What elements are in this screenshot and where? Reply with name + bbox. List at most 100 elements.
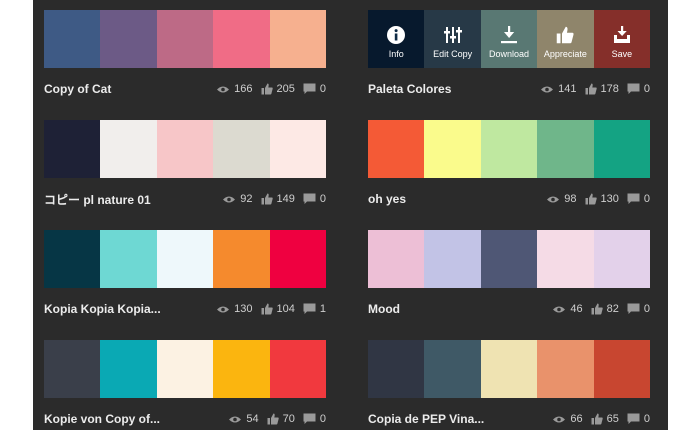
palette-title[interactable]: Mood bbox=[368, 302, 544, 316]
color-swatch[interactable] bbox=[269, 10, 326, 68]
like-count: 70 bbox=[282, 413, 295, 425]
color-swatch[interactable] bbox=[156, 230, 214, 288]
color-swatch[interactable] bbox=[537, 120, 594, 178]
palette-title[interactable]: oh yes bbox=[368, 192, 538, 206]
color-swatch[interactable] bbox=[537, 230, 594, 288]
like-count: 65 bbox=[606, 413, 619, 425]
sliders-icon bbox=[443, 27, 462, 43]
palette-card[interactable]: Copy of Cat 166 205 0 bbox=[44, 10, 326, 100]
comment-icon bbox=[303, 413, 316, 424]
thumbs-up-icon bbox=[261, 303, 273, 315]
comment-icon bbox=[303, 193, 316, 204]
color-swatch[interactable] bbox=[44, 230, 101, 288]
palette-card[interactable]: Copia de PEP Vina... 66 65 0 bbox=[368, 340, 650, 430]
palette-card[interactable]: Info Edit Copy Download Appreciate Save bbox=[368, 10, 650, 100]
download-button[interactable]: Download bbox=[480, 10, 538, 68]
color-swatch[interactable] bbox=[100, 230, 157, 288]
palette-title[interactable]: Copia de PEP Vina... bbox=[368, 412, 544, 426]
color-swatch[interactable] bbox=[44, 340, 101, 398]
color-swatch[interactable] bbox=[593, 230, 650, 288]
color-swatch[interactable] bbox=[593, 340, 650, 398]
color-swatch[interactable] bbox=[100, 340, 157, 398]
comment-icon bbox=[627, 83, 640, 94]
color-swatch[interactable] bbox=[480, 120, 538, 178]
comment-count: 0 bbox=[319, 83, 326, 95]
like-count: 178 bbox=[600, 83, 619, 95]
eye-icon bbox=[553, 306, 566, 312]
comment-icon bbox=[627, 303, 640, 314]
palette-title[interactable]: Copy of Cat bbox=[44, 82, 208, 96]
palette-stats: 98 130 0 bbox=[538, 193, 650, 205]
color-swatch[interactable] bbox=[480, 340, 538, 398]
color-swatch[interactable] bbox=[368, 230, 425, 288]
thumbs-up-icon bbox=[267, 413, 279, 425]
color-swatch[interactable] bbox=[156, 120, 214, 178]
color-swatch[interactable] bbox=[213, 340, 270, 398]
color-swatch[interactable] bbox=[44, 10, 101, 68]
like-count: 82 bbox=[606, 303, 619, 315]
palette-swatches[interactable] bbox=[368, 120, 650, 178]
palette-stats: 66 65 0 bbox=[544, 413, 650, 425]
action-label: Save bbox=[611, 49, 633, 59]
palette-title[interactable]: Paleta Colores bbox=[368, 82, 532, 96]
thumbs-up-icon bbox=[585, 83, 597, 95]
color-swatch[interactable] bbox=[44, 120, 101, 178]
eye-icon bbox=[541, 86, 554, 92]
palette-meta: コピー pl nature 01 92 149 0 bbox=[44, 188, 326, 210]
palette-meta: Kopia Kopia Kopia... 130 104 1 bbox=[44, 298, 326, 320]
palette-swatches[interactable] bbox=[44, 340, 326, 398]
palette-card[interactable]: Kopia Kopia Kopia... 130 104 1 bbox=[44, 230, 326, 320]
color-swatch[interactable] bbox=[269, 230, 326, 288]
color-swatch[interactable] bbox=[213, 230, 270, 288]
color-swatch[interactable] bbox=[537, 340, 594, 398]
save-button[interactable]: Save bbox=[593, 10, 650, 68]
palette-card[interactable]: コピー pl nature 01 92 149 0 bbox=[44, 120, 326, 210]
color-swatch[interactable] bbox=[100, 10, 157, 68]
palette-swatches[interactable] bbox=[368, 340, 650, 398]
save-icon bbox=[613, 26, 630, 43]
comment-count: 0 bbox=[643, 193, 650, 205]
palette-title[interactable]: Kopie von Copy of... bbox=[44, 412, 220, 426]
color-swatch[interactable] bbox=[269, 120, 326, 178]
color-swatch[interactable] bbox=[269, 340, 326, 398]
appreciate-button[interactable]: Appreciate bbox=[537, 10, 594, 68]
view-count: 66 bbox=[570, 413, 583, 425]
info-button[interactable]: Info bbox=[368, 10, 425, 68]
action-label: Info bbox=[388, 49, 404, 59]
color-swatch[interactable] bbox=[368, 340, 425, 398]
palette-card[interactable]: Kopie von Copy of... 54 70 0 bbox=[44, 340, 326, 430]
view-count: 98 bbox=[564, 193, 577, 205]
thumbs-up-icon bbox=[557, 26, 574, 44]
eye-icon bbox=[229, 416, 242, 422]
palette-card[interactable]: Mood 46 82 0 bbox=[368, 230, 650, 320]
color-swatch[interactable] bbox=[156, 340, 214, 398]
color-swatch[interactable] bbox=[368, 120, 425, 178]
color-swatch[interactable] bbox=[156, 10, 214, 68]
edit-copy-button[interactable]: Edit Copy bbox=[424, 10, 481, 68]
comment-count: 0 bbox=[643, 83, 650, 95]
color-swatch[interactable] bbox=[213, 10, 270, 68]
palette-card[interactable]: oh yes 98 130 0 bbox=[368, 120, 650, 210]
color-swatch[interactable] bbox=[424, 230, 481, 288]
color-swatch[interactable] bbox=[480, 230, 538, 288]
palette-swatches[interactable] bbox=[44, 10, 326, 68]
palette-swatches[interactable] bbox=[44, 120, 326, 178]
palette-grid: Copy of Cat 166 205 0 Info Edit Copy Dow… bbox=[33, 0, 668, 430]
palette-swatches[interactable] bbox=[368, 230, 650, 288]
color-swatch[interactable] bbox=[593, 120, 650, 178]
palette-swatches[interactable] bbox=[44, 230, 326, 288]
action-label: Edit Copy bbox=[433, 49, 473, 59]
color-swatch[interactable] bbox=[424, 120, 481, 178]
palette-meta: oh yes 98 130 0 bbox=[368, 188, 650, 210]
palette-title[interactable]: コピー pl nature 01 bbox=[44, 191, 214, 208]
palette-meta: Kopie von Copy of... 54 70 0 bbox=[44, 408, 326, 430]
palette-title[interactable]: Kopia Kopia Kopia... bbox=[44, 302, 208, 316]
like-count: 149 bbox=[276, 193, 295, 205]
color-swatch[interactable] bbox=[424, 340, 481, 398]
comment-count: 0 bbox=[319, 193, 326, 205]
color-swatch[interactable] bbox=[213, 120, 270, 178]
view-count: 92 bbox=[240, 193, 253, 205]
palette-swatches[interactable]: Info Edit Copy Download Appreciate Save bbox=[368, 10, 650, 68]
color-swatch[interactable] bbox=[100, 120, 157, 178]
thumbs-up-icon bbox=[261, 83, 273, 95]
